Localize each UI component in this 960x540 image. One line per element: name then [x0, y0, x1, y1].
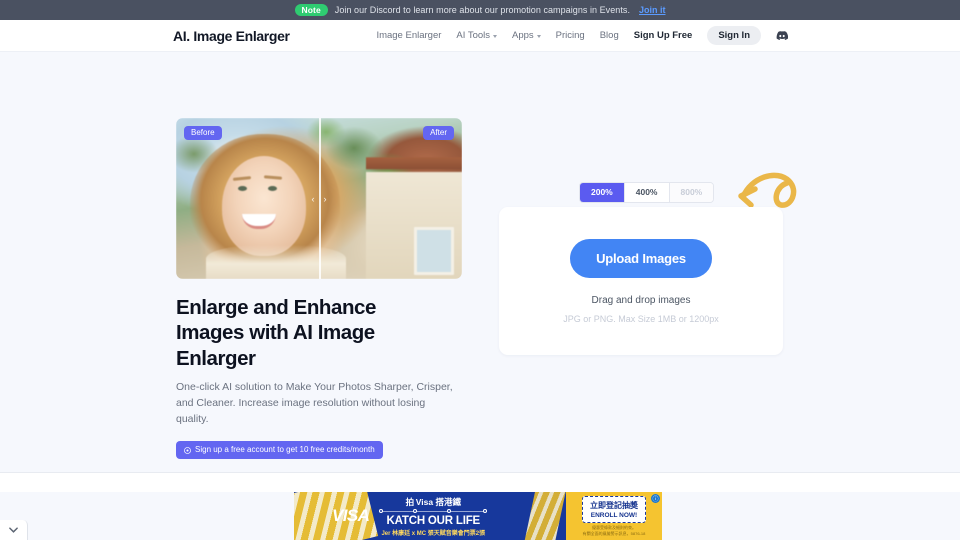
before-after-comparison-slider[interactable]: ‹ › Before After — [176, 118, 462, 279]
scale-option-200[interactable]: 200% — [580, 183, 625, 202]
gift-icon — [184, 446, 191, 454]
chevron-down-icon — [493, 34, 498, 38]
comparison-drag-handle[interactable]: ‹ › — [312, 194, 327, 204]
ad-subline: Jer 林康廷 x MC 張天賦音樂會門票2張 — [381, 530, 486, 537]
discord-icon[interactable] — [776, 30, 788, 41]
photo-eye-right — [268, 186, 277, 191]
collapse-panel-tab[interactable] — [0, 520, 28, 540]
photo-coat — [206, 245, 346, 279]
photo-face — [222, 156, 306, 256]
chevron-right-icon: › — [323, 193, 327, 204]
chevron-left-icon: ‹ — [311, 193, 315, 204]
hero-subtitle: One-click AI solution to Make Your Photo… — [176, 381, 453, 426]
scale-option-400[interactable]: 400% — [624, 183, 670, 202]
nav-item-ai-tools[interactable]: AI Tools — [456, 30, 498, 41]
nav-item-image-enlarger[interactable]: Image Enlarger — [376, 30, 441, 41]
ad-fine-print-line: 有關全面的風險警示訊息，5876-18 — [582, 530, 646, 536]
brand-logo[interactable]: AI. Image Enlarger — [173, 28, 290, 44]
note-badge: Note — [294, 3, 328, 17]
nav-item-label: AI Tools — [456, 30, 491, 41]
advertisement-banner[interactable]: VISA 拍 Visa 搭港鐵 KATCH OUR LIFE Jer 林康廷 x… — [294, 492, 662, 540]
nav-item-label: Image Enlarger — [376, 30, 442, 41]
nav-item-label: Apps — [512, 30, 534, 41]
site-navbar: AI. Image Enlarger Image Enlarger AI Too… — [0, 20, 960, 52]
scale-selector: 200% 400% 800% — [579, 182, 715, 203]
after-tag: After — [423, 126, 454, 140]
before-tag: Before — [184, 126, 222, 140]
ad-cta-button[interactable]: 立即登記抽奬 ENROLL NOW! — [582, 495, 646, 523]
ad-left-section: VISA 拍 Visa 搭港鐵 KATCH OUR LIFE Jer 林康廷 x… — [294, 492, 567, 540]
photo-eye-left — [238, 186, 247, 191]
scale-option-800: 800% — [669, 183, 714, 202]
ad-right-section[interactable]: 立即登記抽奬 ENROLL NOW! 優惠受條款及細則約束。 有關全面的風險警示… — [566, 492, 662, 540]
chevron-down-icon — [9, 527, 18, 533]
ad-divider-dots — [379, 508, 488, 514]
photo-window — [414, 227, 454, 275]
upload-dropzone-panel[interactable]: Upload Images Drag and drop images JPG o… — [499, 207, 783, 355]
nav-item-label: Blog — [599, 30, 619, 41]
bottom-strip — [0, 472, 960, 492]
join-it-link[interactable]: Join it — [639, 5, 666, 15]
sign-in-button[interactable]: Sign In — [707, 25, 761, 46]
promo-notice-bar: Note Join our Discord to learn more abou… — [0, 0, 960, 20]
upload-images-button[interactable]: Upload Images — [570, 238, 712, 278]
supported-formats-hint: JPG or PNG. Max Size 1MB or 1200px — [563, 313, 719, 324]
nav-item-pricing[interactable]: Pricing — [556, 30, 585, 41]
free-credits-badge[interactable]: Sign up a free account to get 10 free cr… — [176, 441, 383, 460]
browser-page: Note Join our Discord to learn more abou… — [0, 0, 960, 540]
chevron-down-icon — [536, 34, 541, 38]
ad-visa-logo: VISA — [332, 506, 370, 525]
nav-item-apps[interactable]: Apps — [512, 30, 541, 41]
info-icon[interactable]: ⓘ — [651, 494, 660, 503]
ad-fine-print-line: 優惠受條款及細則約束。 — [592, 524, 636, 530]
ad-cta-bottom-label: ENROLL NOW! — [590, 511, 638, 519]
photo-house — [366, 146, 462, 279]
nav-item-label: Pricing — [555, 30, 585, 41]
nav-links-group: Image Enlarger AI Tools Apps Pricing Blo… — [376, 25, 788, 46]
ad-tape-decoration — [523, 492, 567, 540]
ad-copy-group: 拍 Visa 搭港鐵 KATCH OUR LIFE Jer 林康廷 x MC 張… — [379, 496, 488, 537]
sign-up-free-button[interactable]: Sign Up Free — [634, 30, 693, 41]
ad-tagline: 拍 Visa 搭港鐵 — [405, 496, 461, 507]
free-credits-label: Sign up a free account to get 10 free cr… — [195, 445, 375, 455]
ad-fine-print: 優惠受條款及細則約束。 有關全面的風險警示訊息，5876-18 — [583, 525, 646, 537]
drag-and-drop-hint: Drag and drop images — [591, 294, 691, 306]
ad-headline: KATCH OUR LIFE — [386, 514, 481, 527]
ad-cta-top-label: 立即登記抽奬 — [590, 500, 638, 510]
nav-item-blog[interactable]: Blog — [600, 30, 619, 41]
hero-left-column: ‹ › Before After Enlarge and Enhance Ima… — [176, 118, 462, 460]
page-title: Enlarge and Enhance Images with AI Image… — [176, 296, 376, 370]
notice-text: Join our Discord to learn more about our… — [334, 5, 630, 15]
